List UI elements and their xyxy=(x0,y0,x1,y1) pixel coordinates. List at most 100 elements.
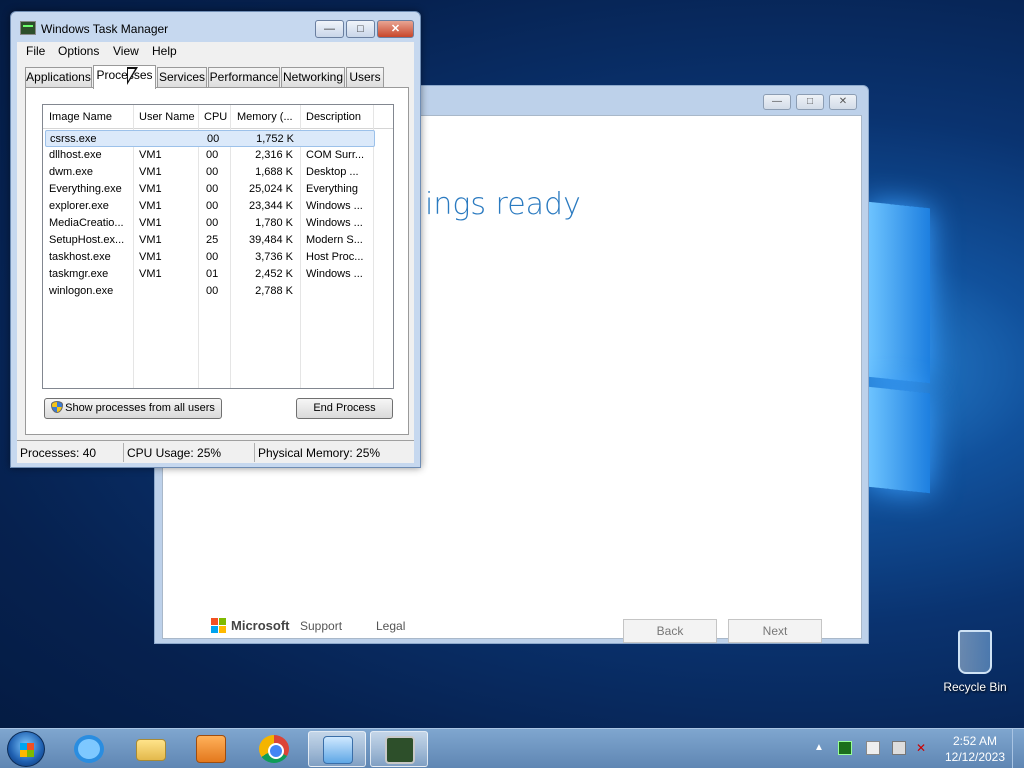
cell-memory: 2,316 K xyxy=(255,149,293,161)
tab-processes[interactable]: Processes xyxy=(93,65,156,89)
cell-description: Host Proc... xyxy=(306,251,364,263)
clock-date: 12/12/2023 xyxy=(944,750,1006,764)
desktop-windows-logo xyxy=(868,201,932,495)
taskbar-windows-explorer[interactable] xyxy=(122,731,180,767)
column-description[interactable]: Description xyxy=(306,111,361,123)
cell-image-name: csrss.exe xyxy=(50,133,97,145)
status-bar: Processes: 40 CPU Usage: 25% Physical Me… xyxy=(17,440,414,463)
processes-panel: Image Name User Name CPU Memory (... Des… xyxy=(25,87,409,435)
cell-cpu: 01 xyxy=(206,268,219,280)
menu-options[interactable]: Options xyxy=(58,44,99,58)
explorer-folder-icon xyxy=(136,739,166,761)
minimize-button[interactable]: — xyxy=(315,20,344,38)
menu-help[interactable]: Help xyxy=(152,44,177,58)
cell-image-name: taskhost.exe xyxy=(49,251,111,263)
taskbar-chrome[interactable] xyxy=(245,731,303,767)
close-button[interactable]: ✕ xyxy=(377,20,414,38)
action-center-icon[interactable] xyxy=(866,741,880,755)
recycle-bin-label: Recycle Bin xyxy=(943,680,1007,694)
menu-bar: File Options View Help xyxy=(17,42,414,62)
volume-muted-icon[interactable]: ✕ xyxy=(916,741,930,755)
tab-services[interactable]: Services xyxy=(157,67,207,88)
process-row[interactable]: csrss.exe 00 1,752 K xyxy=(45,130,375,147)
tab-applications[interactable]: Applications xyxy=(25,67,92,88)
column-image-name[interactable]: Image Name xyxy=(49,111,112,123)
cell-user-name: VM1 xyxy=(139,251,162,263)
tab-users[interactable]: Users xyxy=(346,67,384,88)
task-manager-window: Windows Task Manager — □ ✕ File Options … xyxy=(10,11,421,468)
start-button[interactable] xyxy=(7,731,45,767)
process-list[interactable]: Image Name User Name CPU Memory (... Des… xyxy=(42,104,394,389)
menu-file[interactable]: File xyxy=(26,44,45,58)
status-physical-memory: Physical Memory: 25% xyxy=(258,446,381,460)
task-manager-client: Applications Processes Services Performa… xyxy=(17,62,414,440)
microsoft-logo-icon xyxy=(211,618,227,634)
show-hidden-icons-icon[interactable]: ▲ xyxy=(814,742,828,756)
tab-networking[interactable]: Networking xyxy=(281,67,345,88)
clock[interactable]: 2:52 AM 12/12/2023 xyxy=(940,733,1010,765)
cell-description: Everything xyxy=(306,183,358,195)
cell-image-name: Everything.exe xyxy=(49,183,122,195)
internet-explorer-icon xyxy=(74,735,104,763)
cell-image-name: MediaCreatio... xyxy=(49,217,124,229)
end-process-button[interactable]: End Process xyxy=(296,398,393,419)
setup-close-button[interactable]: ✕ xyxy=(829,94,857,110)
cell-image-name: SetupHost.ex... xyxy=(49,234,125,246)
column-cpu[interactable]: CPU xyxy=(204,111,227,123)
show-all-processes-button[interactable]: Show processes from all users xyxy=(44,398,222,419)
tab-performance[interactable]: Performance xyxy=(208,67,280,88)
cell-cpu: 00 xyxy=(206,285,219,297)
chrome-icon xyxy=(259,735,289,763)
recycle-bin-icon xyxy=(958,630,992,674)
process-row[interactable]: winlogon.exe 00 2,788 K xyxy=(43,283,393,300)
clock-time: 2:52 AM xyxy=(952,734,998,748)
cell-description: Windows ... xyxy=(306,200,363,212)
next-button[interactable]: Next xyxy=(728,619,822,643)
cell-user-name: VM1 xyxy=(139,183,162,195)
setup-minimize-button[interactable]: — xyxy=(763,94,791,110)
menu-view[interactable]: View xyxy=(113,44,139,58)
process-row[interactable]: taskhost.exe VM1 00 3,736 K Host Proc... xyxy=(43,249,393,266)
taskbar-media-player[interactable] xyxy=(182,731,240,767)
setup-maximize-button[interactable]: □ xyxy=(796,94,824,110)
process-row[interactable]: dllhost.exe VM1 00 2,316 K COM Surr... xyxy=(43,147,393,164)
cell-user-name: VM1 xyxy=(139,234,162,246)
cpu-meter-icon[interactable] xyxy=(838,741,852,755)
cell-user-name: VM1 xyxy=(139,166,162,178)
cell-memory: 3,736 K xyxy=(255,251,293,263)
taskbar-internet-explorer[interactable] xyxy=(60,731,118,767)
cell-user-name: VM1 xyxy=(139,149,162,161)
taskbar-setup[interactable] xyxy=(308,731,366,767)
cell-description: Windows ... xyxy=(306,268,363,280)
cell-memory: 23,344 K xyxy=(248,200,293,212)
uac-shield-icon xyxy=(51,401,64,413)
cell-image-name: winlogon.exe xyxy=(49,285,114,297)
taskbar-task-manager[interactable] xyxy=(370,731,428,767)
process-row[interactable]: MediaCreatio... VM1 00 1,780 K Windows ... xyxy=(43,215,393,232)
status-processes: Processes: 40 xyxy=(20,446,97,460)
cell-image-name: taskmgr.exe xyxy=(49,268,109,280)
window-title: Windows Task Manager xyxy=(41,22,169,36)
process-list-header: Image Name User Name CPU Memory (... Des… xyxy=(43,105,393,129)
maximize-button[interactable]: □ xyxy=(346,20,375,38)
network-icon[interactable] xyxy=(892,741,906,755)
process-row[interactable]: dwm.exe VM1 00 1,688 K Desktop ... xyxy=(43,164,393,181)
column-user-name[interactable]: User Name xyxy=(139,111,195,123)
process-row[interactable]: SetupHost.ex... VM1 25 39,484 K Modern S... xyxy=(43,232,393,249)
show-desktop-button[interactable] xyxy=(1012,729,1024,768)
legal-link[interactable]: Legal xyxy=(376,619,405,633)
status-divider xyxy=(254,443,255,462)
recycle-bin-shortcut[interactable]: Recycle Bin xyxy=(942,630,1008,694)
back-button[interactable]: Back xyxy=(623,619,717,643)
process-row[interactable]: Everything.exe VM1 00 25,024 K Everything xyxy=(43,181,393,198)
process-row[interactable]: taskmgr.exe VM1 01 2,452 K Windows ... xyxy=(43,266,393,283)
taskbar: ▲ ✕ 2:52 AM 12/12/2023 xyxy=(0,728,1024,768)
column-memory[interactable]: Memory (... xyxy=(237,111,293,123)
cell-cpu: 00 xyxy=(207,133,220,145)
cell-memory: 1,752 K xyxy=(256,133,294,145)
cell-cpu: 00 xyxy=(206,200,219,212)
cell-cpu: 00 xyxy=(206,166,219,178)
process-row[interactable]: explorer.exe VM1 00 23,344 K Windows ... xyxy=(43,198,393,215)
support-link[interactable]: Support xyxy=(300,619,342,633)
microsoft-brand-text: Microsoft xyxy=(231,618,290,633)
